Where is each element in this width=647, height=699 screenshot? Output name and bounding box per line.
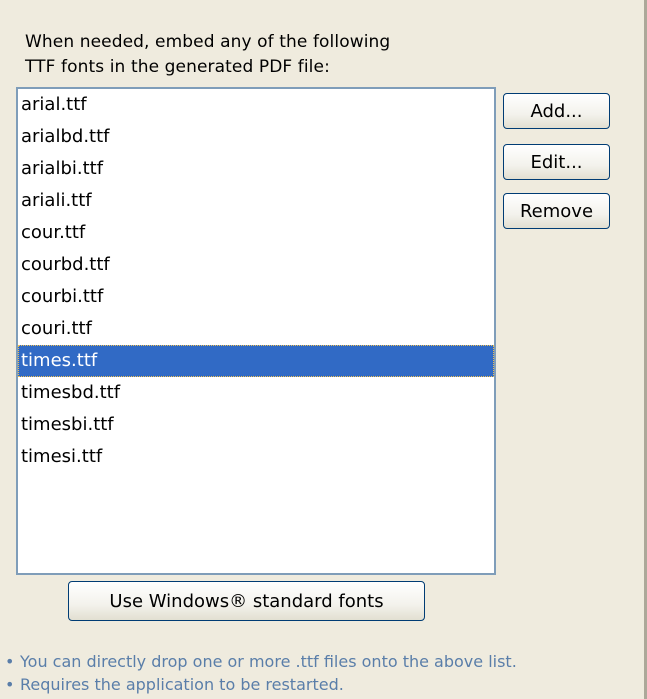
hint-notes: • You can directly drop one or more .ttf … bbox=[5, 650, 517, 696]
remove-button[interactable]: Remove bbox=[503, 193, 610, 229]
restart-hint-note: • Requires the application to be restarte… bbox=[5, 673, 517, 696]
drop-hint-text: You can directly drop one or more .ttf f… bbox=[20, 652, 517, 671]
add-button[interactable]: Add... bbox=[503, 93, 610, 129]
use-windows-standard-fonts-button[interactable]: Use Windows® standard fonts bbox=[68, 581, 425, 621]
edit-button[interactable]: Edit... bbox=[503, 144, 610, 180]
font-list-item[interactable]: courbd.ttf bbox=[18, 249, 494, 281]
restart-hint-text: Requires the application to be restarted… bbox=[20, 675, 344, 694]
font-list-item[interactable]: courbi.ttf bbox=[18, 281, 494, 313]
bullet-icon: • bbox=[5, 652, 15, 671]
font-list-item[interactable]: ariali.ttf bbox=[18, 185, 494, 217]
font-list[interactable]: arial.ttf arialbd.ttf arialbi.ttf ariali… bbox=[16, 87, 496, 575]
bullet-icon: • bbox=[5, 675, 15, 694]
font-list-item[interactable]: arialbi.ttf bbox=[18, 153, 494, 185]
font-list-item[interactable]: timesbi.ttf bbox=[18, 409, 494, 441]
font-list-item[interactable]: couri.ttf bbox=[18, 313, 494, 345]
description-line-2: TTF fonts in the generated PDF file: bbox=[25, 57, 330, 77]
font-list-item[interactable]: timesi.ttf bbox=[18, 441, 494, 473]
font-list-item[interactable]: timesbd.ttf bbox=[18, 377, 494, 409]
description-line-1: When needed, embed any of the following bbox=[25, 32, 391, 52]
font-list-item[interactable]: cour.ttf bbox=[18, 217, 494, 249]
font-list-item-selected[interactable]: times.ttf bbox=[18, 345, 494, 377]
font-embedding-panel: When needed, embed any of the following … bbox=[0, 0, 647, 699]
font-list-item[interactable]: arial.ttf bbox=[18, 89, 494, 121]
description-text: When needed, embed any of the following … bbox=[25, 30, 390, 80]
drop-hint-note: • You can directly drop one or more .ttf … bbox=[5, 650, 517, 673]
font-list-item[interactable]: arialbd.ttf bbox=[18, 121, 494, 153]
